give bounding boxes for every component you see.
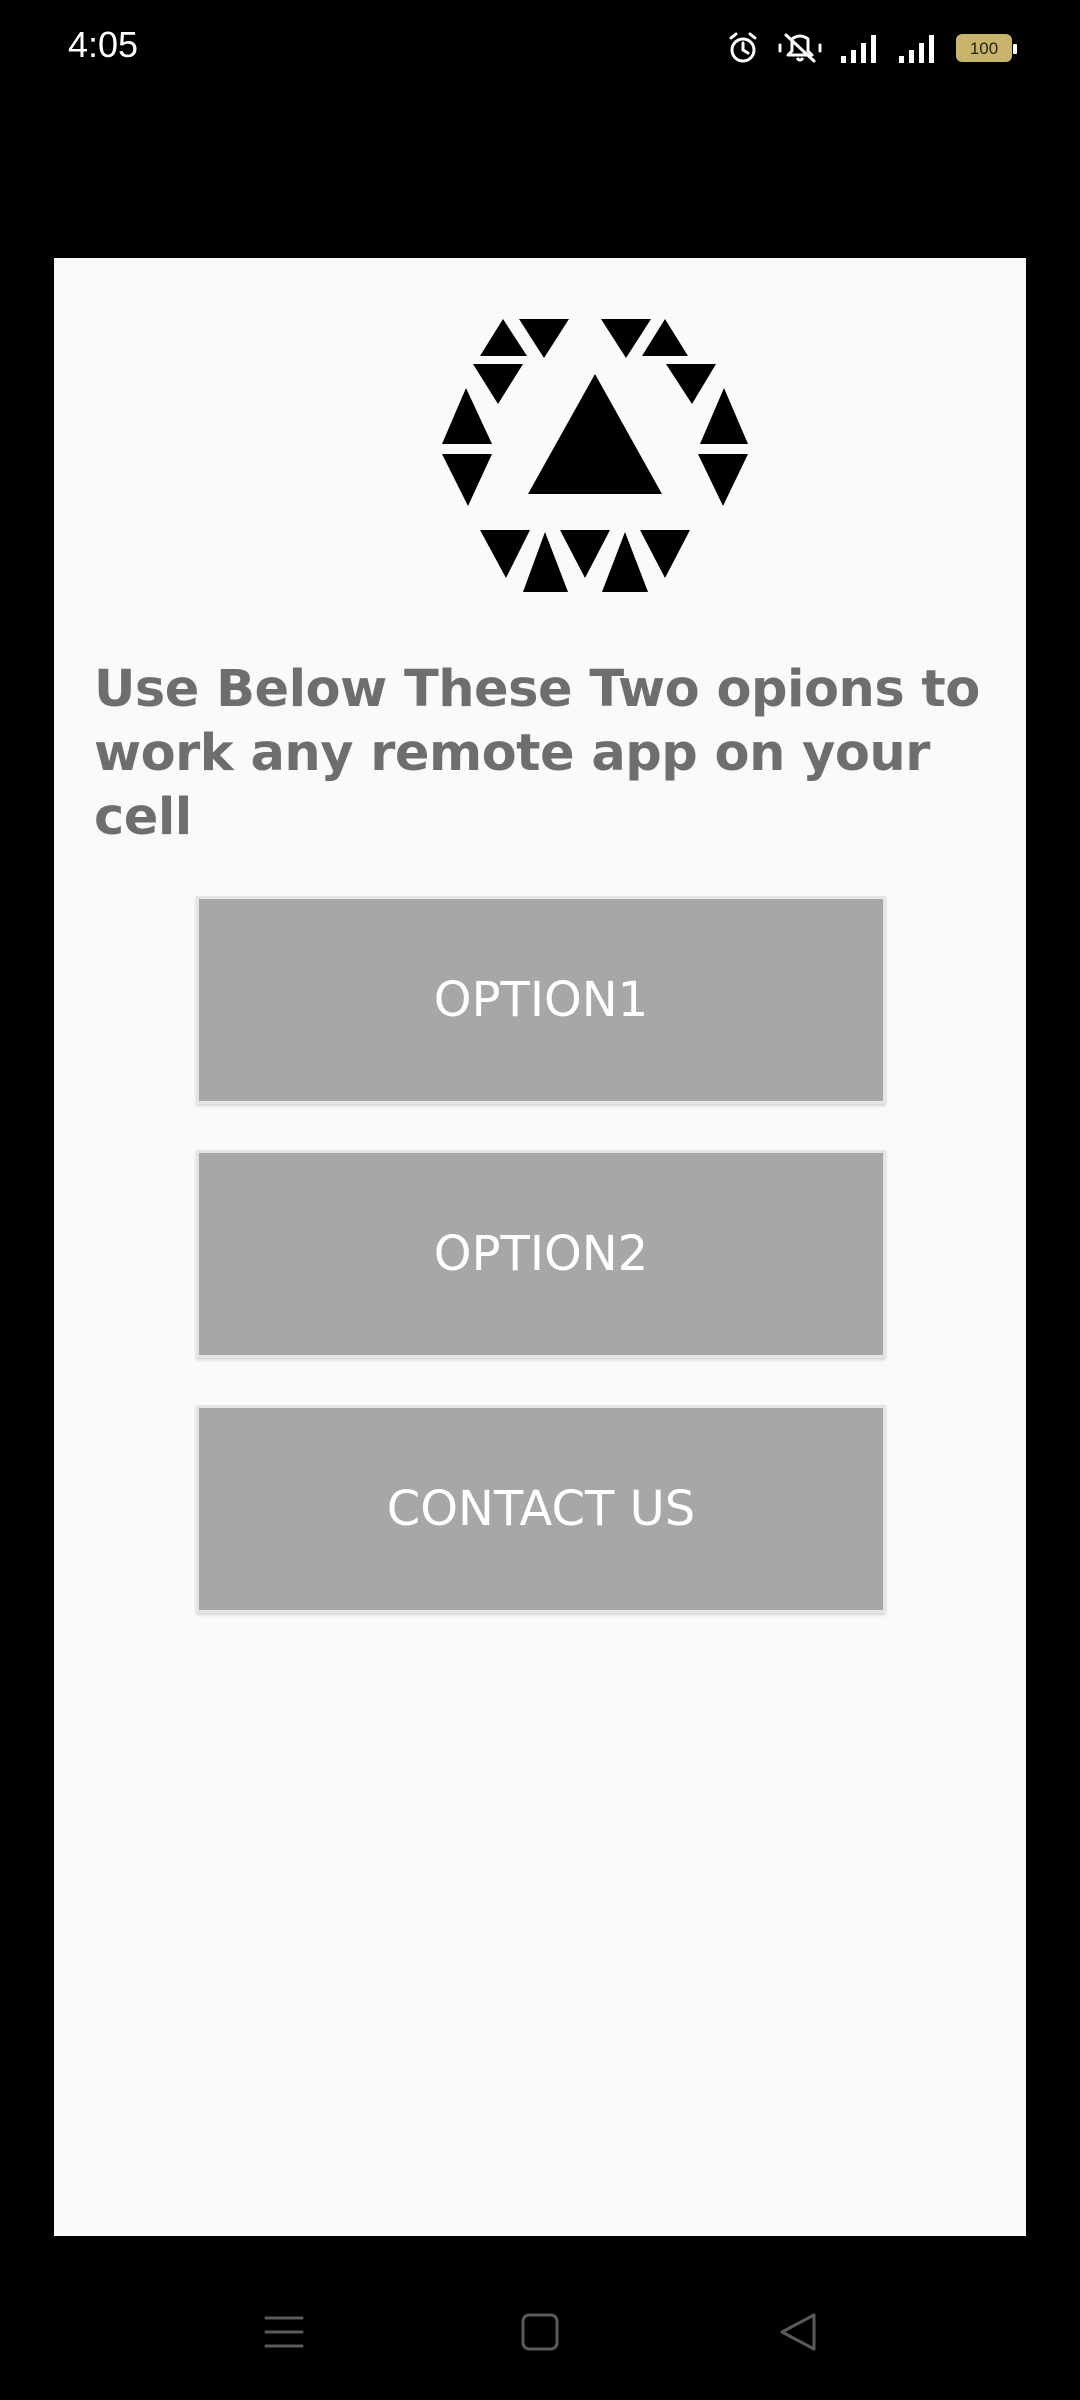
option2-button[interactable]: OPTION2 (196, 1150, 886, 1358)
contact-us-button[interactable]: CONTACT US (196, 1405, 886, 1613)
menu-icon[interactable] (262, 2310, 306, 2354)
back-icon[interactable] (776, 2310, 820, 2354)
instruction-heading: Use Below These Two opions to work any r… (94, 660, 980, 847)
status-icons: 100 (726, 28, 1017, 68)
mute-icon (778, 33, 822, 63)
status-time: 4:05 (68, 24, 139, 65)
option1-button[interactable]: OPTION1 (196, 896, 886, 1104)
main-card: Use Below These Two opions to work any r… (54, 258, 1026, 2236)
status-bar: 4:05 100 (0, 0, 1080, 96)
signal-icon (899, 35, 934, 63)
home-icon[interactable] (518, 2310, 562, 2354)
triangle-hexagon-logo (442, 319, 748, 592)
battery-icon: 100 (956, 34, 1017, 62)
battery-level: 100 (969, 38, 999, 58)
signal-icon (841, 35, 876, 63)
alarm-icon (729, 32, 757, 63)
